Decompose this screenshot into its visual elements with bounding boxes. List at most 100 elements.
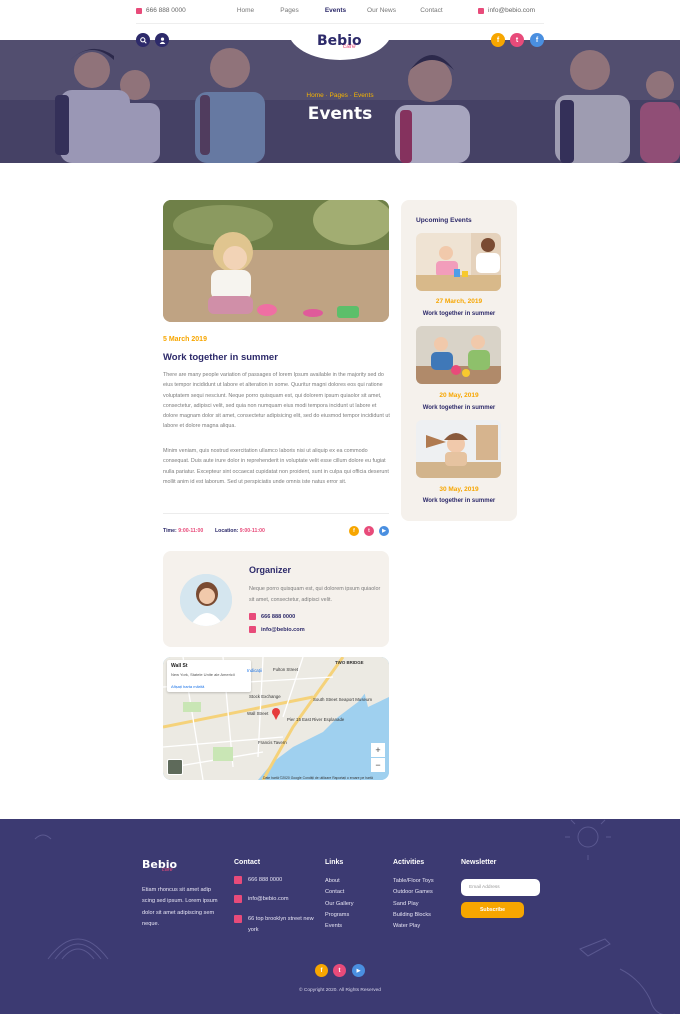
map-place-name: Wall St [171,663,188,669]
phone-icon [136,7,142,14]
map-attribution: Date hartă ©2020 Google Condiții de util… [263,776,373,780]
header-email[interactable]: info@bebio.com [478,7,535,14]
activity-link[interactable]: Outdoor Games [393,887,434,898]
event-photo [416,420,501,478]
organizer-description: Neque porro quisquam est, qui dolorem ip… [249,586,381,603]
map-address: New York, Statele Unite ale Americii [171,672,235,677]
activity-link[interactable]: Sand Play [393,899,434,910]
mail-icon [249,626,256,633]
facebook-button[interactable]: f [491,33,505,47]
map-label: Francis Tavern [258,740,287,745]
location-icon [234,915,242,923]
facebook-button-2[interactable]: f [530,33,544,47]
event-thumbnail[interactable] [416,326,501,384]
zoom-in-button[interactable]: + [371,743,385,757]
event-thumbnail[interactable] [416,420,501,478]
footer-link-contact[interactable]: Contact [325,887,354,898]
activity-link[interactable]: Building Blocks [393,910,434,921]
map-label: Wall Street [247,711,269,716]
event-date: 5 March 2019 [163,336,207,343]
footer-twitter-button[interactable]: t [333,964,346,977]
page-title: Events [307,104,373,124]
event-date: 27 March, 2019 [435,298,483,305]
nav-events[interactable]: Events [313,7,358,14]
event-link[interactable]: Work together in summer [401,311,517,317]
share-facebook-button[interactable]: f [349,526,359,536]
activity-link[interactable]: Table/Floor Toys [393,876,434,887]
footer-logo-subtitle: care [162,867,173,873]
event-location: Location: 9:00-11:00 [215,528,265,534]
footer-link-events[interactable]: Events [325,921,354,932]
nav-contact[interactable]: Contact [405,7,458,14]
youtube-icon: ▶ [356,967,361,974]
mail-icon [234,895,242,903]
facebook-icon: f [320,967,323,974]
map-label: Pier 15 East River Esplanade [287,717,345,722]
child-playing-sand-photo [163,200,389,322]
twitter-icon: t [368,528,370,534]
organizer-phone[interactable]: 666 888 0000 [249,613,295,620]
share-twitter-button[interactable]: t [364,526,374,536]
event-description: There are many people variation of passa… [163,372,390,430]
top-bar: 666 888 0000 Home Pages Events Our News … [0,0,680,24]
zoom-out-button[interactable]: − [371,758,385,772]
event-title: Work together in summer [163,352,278,363]
logo-subtitle: care [343,43,356,50]
nav-our-news[interactable]: Our News [358,7,405,14]
youtube-icon: ▶ [382,528,386,534]
footer-link-about[interactable]: About [325,876,354,887]
twitter-icon: t [515,36,519,44]
account-button[interactable] [155,33,169,47]
search-icon [139,36,147,44]
footer-youtube-button[interactable]: ▶ [352,964,365,977]
event-description-2: Minim veniam, quis nostrud exercitation … [163,448,389,485]
subscribe-button[interactable]: Subscribe [461,902,524,918]
event-link[interactable]: Work together in summer [401,498,517,504]
organizer-email[interactable]: info@bebio.com [249,626,305,633]
share-youtube-button[interactable]: ▶ [379,526,389,536]
event-date: 20 May, 2019 [439,392,479,399]
directions-button[interactable]: Indicații [247,668,262,673]
footer-newsletter-title: Newsletter [461,859,497,866]
twitter-button[interactable]: t [510,33,524,47]
footer-activities-title: Activities [393,859,425,866]
divider [163,513,389,514]
event-date: 30 May, 2019 [439,486,479,493]
divider [136,23,544,24]
nav-home[interactable]: Home [225,7,266,14]
footer-about: Etiam rhoncus sit amet adip scing sed ip… [142,887,218,928]
facebook-icon: f [535,36,539,44]
footer-links-title: Links [325,859,344,866]
event-thumbnail[interactable] [416,233,501,291]
satellite-toggle[interactable] [167,759,183,775]
search-button[interactable] [136,33,150,47]
footer-link-gallery[interactable]: Our Gallery [325,899,354,910]
footer-phone[interactable]: 666 888 0000 [234,875,282,886]
activity-link[interactable]: Water Play [393,921,434,932]
newsletter-email-input[interactable]: Email Address [461,879,540,896]
facebook-icon: f [353,528,355,534]
copyright: © Copyright 2020. All Rights Reserved [299,988,381,993]
footer-link-programs[interactable]: Programs [325,910,354,921]
facebook-icon: f [496,36,500,44]
footer-activities: Table/Floor Toys Outdoor Games Sand Play… [393,876,434,932]
footer-address: 66 top brooklyn street new york [234,914,314,936]
nav-pages[interactable]: Pages [266,7,313,14]
footer-contact-title: Contact [234,859,261,866]
map-label: South Street Seaport Museum [313,697,373,702]
user-icon [159,36,165,44]
footer-email[interactable]: info@bebio.com [234,894,289,905]
organizer-title: Organizer [249,565,292,575]
map-label: Stock Exchange [249,694,281,699]
twitter-icon: t [338,967,341,974]
event-photo [416,233,501,291]
phone-icon [249,613,256,620]
organizer-avatar [180,574,232,626]
header-phone[interactable]: 666 888 0000 [136,7,186,14]
breadcrumb[interactable]: Home · Pages · Events [0,92,680,99]
event-link[interactable]: Work together in summer [401,405,517,411]
map-larger-link[interactable]: Afișați harta mărită [171,684,204,689]
map-label: Fulton Street [273,667,299,672]
footer-facebook-button[interactable]: f [315,964,328,977]
footer-links: About Contact Our Gallery Programs Event… [325,876,354,932]
